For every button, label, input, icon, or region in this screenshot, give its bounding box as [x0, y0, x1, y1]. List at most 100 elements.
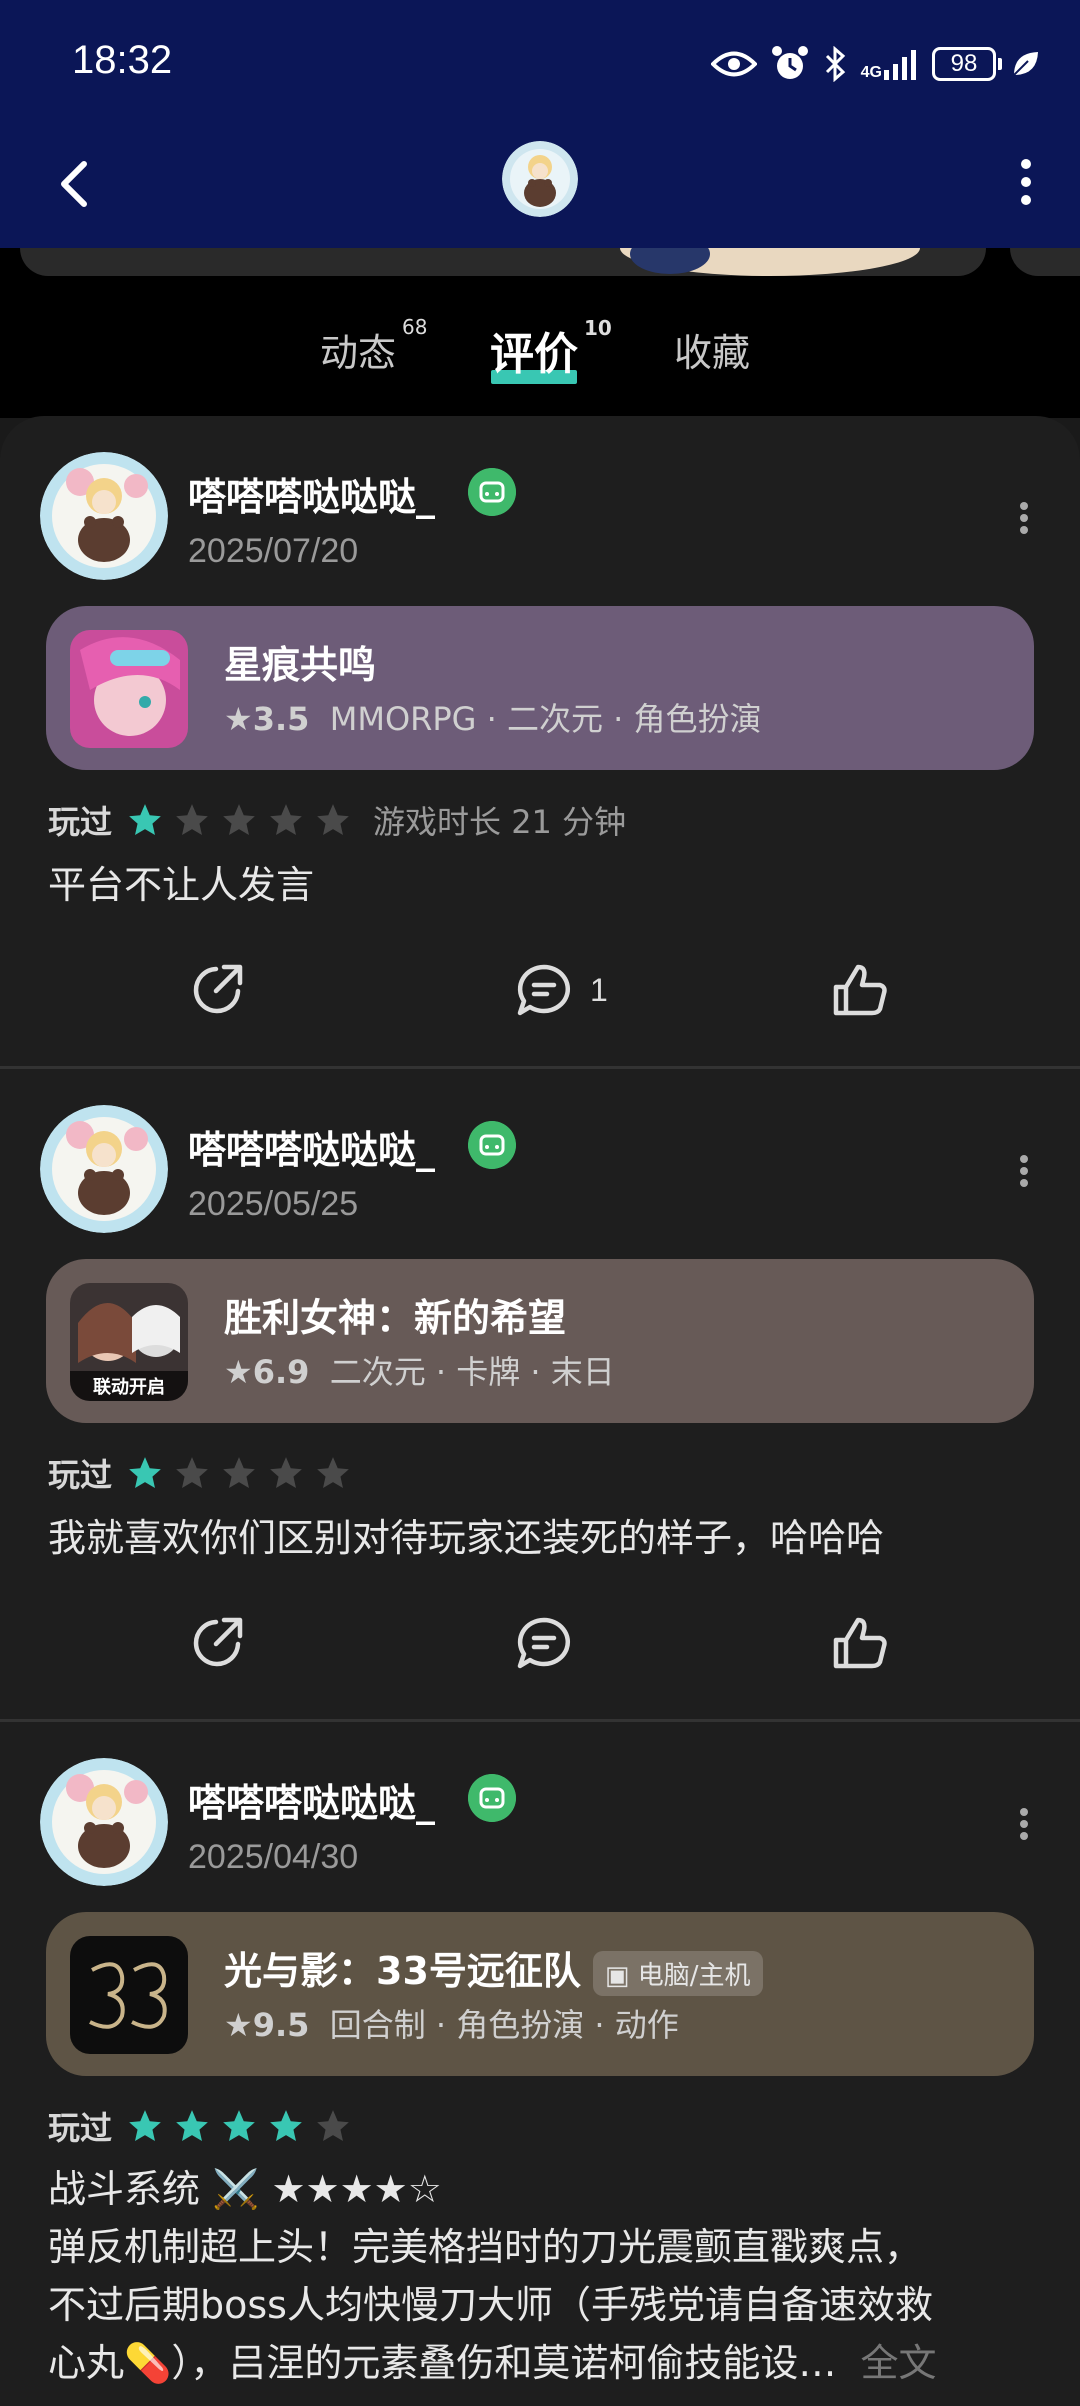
tab-activity-label: 动态 [320, 331, 397, 375]
signal-icon [884, 50, 916, 80]
game-meta: ★9.5 回合制 · 角色扮演 · 动作 [224, 2000, 679, 2046]
comment-button[interactable] [514, 1603, 574, 1683]
review-text[interactable]: 平台不让人发言 [48, 856, 1038, 914]
leaf-icon [1013, 52, 1038, 76]
comment-icon [517, 1617, 570, 1669]
game-tags: 回合制 · 角色扮演 · 动作 [329, 2006, 679, 2044]
more-options-icon[interactable] [1004, 1794, 1044, 1854]
share-icon [193, 964, 243, 1014]
pc-console-icon: ▣ [604, 1961, 638, 1991]
profile-avatar[interactable] [502, 141, 578, 217]
star-empty-icon [270, 804, 302, 836]
share-button[interactable] [188, 950, 246, 1030]
avatar-image [40, 1758, 168, 1886]
review-text-line: 战斗系统 ⚔️ ★★★★☆ [48, 2167, 442, 2211]
review-text[interactable]: 战斗系统 ⚔️ ★★★★☆ 弹反机制超上头！完美格挡时的刀光震颤直戳爽点， 不过… [48, 2160, 1038, 2392]
star-empty-icon [176, 1457, 208, 1489]
played-label: 玩过 [48, 1456, 113, 1494]
rating-row: 玩过 [48, 1449, 361, 1497]
thumbs-up-icon [833, 964, 887, 1016]
back-icon[interactable] [48, 154, 108, 214]
game-title: 光与影：33号远征队 ▣ 电脑/主机 [224, 1940, 763, 1996]
avatar[interactable] [40, 452, 168, 580]
avatar[interactable] [40, 1758, 168, 1886]
tab-reviews-count: 10 [584, 316, 612, 341]
bluetooth-icon [825, 46, 845, 82]
game-card[interactable]: 星痕共鸣 ★3.5 MMORPG · 二次元 · 角色扮演 [46, 606, 1034, 770]
star-filled-icon [129, 804, 161, 836]
eye-icon [710, 51, 757, 77]
review-date: 2025/07/20 [188, 532, 359, 570]
playtime: 游戏时长 21 分钟 [373, 803, 627, 841]
game-meta: ★3.5 MMORPG · 二次元 · 角色扮演 [224, 694, 762, 740]
star-empty-icon [270, 1457, 302, 1489]
game-title: 星痕共鸣 [224, 643, 377, 687]
more-options-icon[interactable] [1004, 488, 1044, 548]
avatar[interactable] [40, 1105, 168, 1233]
review-text-line: 弹反机制超上头！完美格挡时的刀光震颤直戳爽点， [48, 2225, 923, 2269]
review-card: 嗒嗒嗒哒哒哒_ 2025/04/30 光与影：33号远征队 ▣ 电脑/主机 ★9.… [0, 1722, 1080, 2402]
tab-activity[interactable]: 动态68 [320, 315, 427, 377]
game-card[interactable]: 光与影：33号远征队 ▣ 电脑/主机 ★9.5 回合制 · 角色扮演 · 动作 [46, 1912, 1034, 2076]
tab-reviews[interactable]: 评价10 [490, 316, 612, 382]
game-rating: ★3.5 [224, 700, 310, 738]
review-text-line-4: 心丸💊），吕涅的元素叠伤和莫诺柯偷技能设… [48, 2341, 837, 2385]
action-bar [0, 1603, 1080, 1683]
banner-card[interactable] [20, 248, 986, 276]
game-card[interactable]: 联动开启 胜利女神：新的希望 ★6.9 二次元 · 卡牌 · 末日 [46, 1259, 1034, 1423]
network-indicator: 4G [860, 48, 918, 81]
review-text-line: 不过后期boss人均快慢刀大师（手残党请自备速效救 [48, 2283, 933, 2327]
battery-indicator: 98 [932, 47, 1002, 81]
review-date: 2025/04/30 [188, 1838, 359, 1876]
share-icon [193, 1617, 243, 1667]
game-rating-value: 9.5 [252, 2006, 310, 2044]
alarm-icon [771, 46, 808, 79]
like-button[interactable] [830, 1603, 890, 1683]
tab-reviews-label: 评价 [490, 329, 578, 380]
like-button[interactable] [830, 950, 890, 1030]
game-icon-image [70, 1936, 188, 2054]
status-icons: 4G 98 [710, 40, 1040, 88]
username[interactable]: 嗒嗒嗒哒哒哒_ [188, 1119, 435, 1174]
banner-card-next[interactable] [1010, 248, 1080, 276]
comment-icon [517, 964, 570, 1016]
username[interactable]: 嗒嗒嗒哒哒哒_ [188, 466, 435, 521]
star-empty-icon [317, 2110, 349, 2142]
game-tags: 二次元 · 卡牌 · 末日 [329, 1353, 615, 1391]
share-button[interactable] [188, 1603, 246, 1683]
review-feed: 嗒嗒嗒哒哒哒_ 2025/07/20 星痕共鸣 ★3.5 MMORPG · 二次… [0, 416, 1080, 2406]
top-bar [0, 130, 1080, 248]
platform-label: 电脑/主机 [637, 1961, 751, 1991]
rating-row: 玩过 [48, 2102, 361, 2150]
comment-button[interactable]: 1 [514, 950, 608, 1030]
game-icon-image: 联动开启 [70, 1283, 188, 1401]
game-rating-value: 3.5 [252, 700, 310, 738]
game-rating: ★6.9 [224, 1353, 310, 1391]
star-empty-icon [317, 804, 349, 836]
game-title: 胜利女神：新的希望 [224, 1296, 567, 1340]
status-bar: 18:32 4G 98 [0, 0, 1080, 130]
gamepad-badge-icon [468, 468, 516, 516]
avatar-image [40, 452, 168, 580]
gamepad-badge-icon [468, 1121, 516, 1169]
read-more-link[interactable]: 全文 [861, 2341, 937, 2385]
star-empty-icon [317, 1457, 349, 1489]
avatar-image [40, 1105, 168, 1233]
tab-bar: 动态68 评价10 收藏 [0, 278, 1080, 418]
banner-strip [0, 248, 1080, 278]
more-options-icon[interactable] [996, 152, 1056, 212]
star-filled-icon [223, 2110, 255, 2142]
tab-favorites[interactable]: 收藏 [674, 322, 750, 377]
thumbs-up-icon [833, 1617, 887, 1669]
game-icon: 联动开启 [70, 1283, 188, 1401]
review-text[interactable]: 我就喜欢你们区别对待玩家还装死的样子，哈哈哈 [48, 1509, 1038, 1567]
game-icon-caption: 联动开启 [93, 1376, 165, 1398]
more-options-icon[interactable] [1004, 1141, 1044, 1201]
star-empty-icon [223, 1457, 255, 1489]
status-time: 18:32 [72, 38, 173, 82]
gamepad-badge-icon [468, 1774, 516, 1822]
platform-tag: ▣ 电脑/主机 [592, 1951, 763, 1996]
username[interactable]: 嗒嗒嗒哒哒哒_ [188, 1772, 435, 1827]
network-type: 4G [860, 64, 882, 81]
review-text-line: 心丸💊），吕涅的元素叠伤和莫诺柯偷技能设… 全文 [48, 2334, 1038, 2392]
